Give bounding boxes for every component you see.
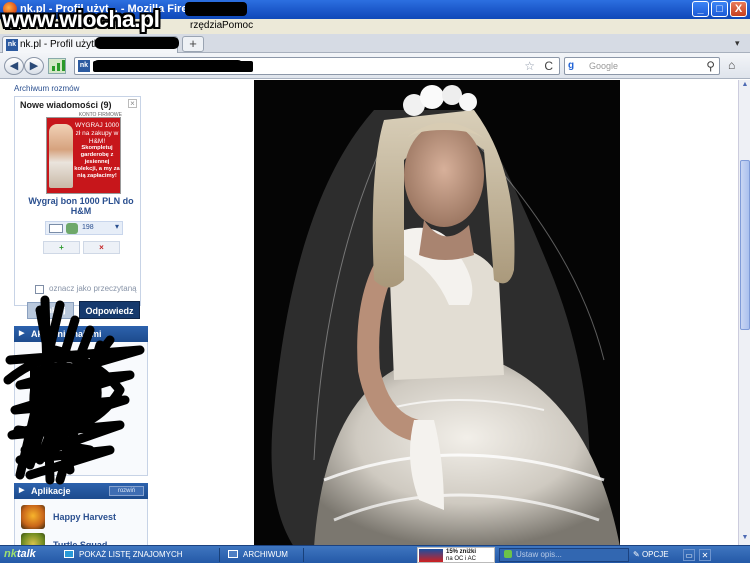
nktalk-logo-nk: nk <box>4 548 17 560</box>
menu-help[interactable]: Pomoc <box>222 20 253 31</box>
archive-link[interactable]: Archiwum rozmów <box>14 84 79 93</box>
nk-favicon-icon: nk <box>6 39 18 51</box>
search-icon[interactable]: ⚲ <box>706 59 715 73</box>
messages-header: Nowe wiadomości (9) <box>20 100 112 110</box>
archive-label: ARCHIWUM <box>243 550 288 559</box>
ad-discount-text: 15% zniżki <box>446 549 477 555</box>
search-bar[interactable]: g Google ⚲ <box>564 57 720 75</box>
message-icons-row: 198 ▾ <box>45 221 123 235</box>
reload-icon[interactable]: C <box>544 59 553 73</box>
app-name: Happy Harvest <box>53 512 117 522</box>
show-friends-label: POKAŻ LISTĘ ZNAJOMYCH <box>79 550 183 559</box>
home-icon[interactable]: ⌂ <box>728 58 735 72</box>
minimize-chat-icon[interactable]: ▭ <box>683 549 695 561</box>
remove-button[interactable]: × <box>83 241 120 254</box>
wrench-icon: ✎ <box>633 550 642 559</box>
archive-button[interactable]: ARCHIWUM <box>224 548 304 562</box>
close-chat-icon[interactable]: ✕ <box>699 549 711 561</box>
ad-model-image <box>49 124 73 188</box>
redacted-address <box>93 60 243 72</box>
hm-advertisement[interactable]: KONTO FIRMOWE WYGRAJ 1000 zł na zakupy w… <box>46 112 122 194</box>
site-favicon-icon: nk <box>78 60 90 72</box>
wiocha-watermark: www.wiocha.pl <box>2 6 160 32</box>
people-icon[interactable] <box>66 223 78 234</box>
tab-list-button[interactable]: ▾ <box>735 38 740 49</box>
nktalk-logo[interactable]: nktalk <box>4 548 36 560</box>
redacted-title <box>185 2 247 16</box>
allianz-ad[interactable]: 15% zniżki na OC i AC <box>417 547 495 563</box>
new-tab-button[interactable]: + <box>182 36 204 52</box>
signal-bars-icon[interactable] <box>48 58 66 74</box>
options-label: OPCJE <box>641 550 669 559</box>
search-placeholder: Google <box>589 61 619 71</box>
options-button[interactable]: ✎ OPCJE <box>633 548 678 562</box>
profile-photo[interactable] <box>254 80 620 547</box>
menu-tools[interactable]: rzędzia <box>190 20 222 31</box>
envelope-icon[interactable] <box>49 224 63 233</box>
close-window-button[interactable]: X <box>730 1 747 17</box>
happy-harvest-icon <box>21 505 45 529</box>
bookmark-star-icon[interactable]: ☆ <box>524 59 535 73</box>
forward-button[interactable]: ▶ <box>24 57 44 75</box>
nktalk-logo-talk: talk <box>16 548 36 560</box>
online-status-icon <box>504 550 512 558</box>
people-count: 198 <box>82 224 94 231</box>
google-icon[interactable]: g <box>568 60 580 72</box>
ad-insurance-text: na OC i AC <box>446 556 477 562</box>
status-placeholder: Ustaw opis... <box>516 550 562 559</box>
ad-body: Skompletuj garderobę z jesiennej kolekcj… <box>74 145 120 179</box>
back-button[interactable]: ◀ <box>4 57 24 75</box>
maximize-button[interactable]: □ <box>711 1 728 17</box>
scroll-down-icon[interactable]: ▼ <box>740 534 750 545</box>
scribble-redaction <box>3 295 145 485</box>
vertical-scrollbar[interactable]: ▲ ▼ <box>738 80 750 547</box>
friends-list-icon <box>64 550 74 558</box>
app-item[interactable]: Happy Harvest <box>21 505 143 529</box>
add-friend-button[interactable]: + <box>43 241 80 254</box>
messages-box: Nowe wiadomości (9) × KONTO FIRMOWE WYGR… <box>14 96 141 319</box>
ad-top-label: KONTO FIRMOWE <box>78 112 122 118</box>
status-input[interactable]: Ustaw opis... <box>499 548 629 562</box>
ad-headline: WYGRAJ 1000 zł na zakupy w H&M! <box>74 122 120 145</box>
allianz-logo <box>419 549 443 562</box>
bride-photo-image <box>254 80 620 547</box>
show-friends-button[interactable]: POKAŻ LISTĘ ZNAJOMYCH <box>60 548 220 562</box>
close-messages-icon[interactable]: × <box>128 99 137 108</box>
ad-caption-link[interactable]: Wygraj bon 1000 PLN do H&M <box>25 196 137 216</box>
nktalk-bar: nktalk POKAŻ LISTĘ ZNAJOMYCH ARCHIWUM 15… <box>0 545 750 563</box>
minimize-button[interactable]: _ <box>692 1 709 17</box>
scroll-up-icon[interactable]: ▲ <box>740 81 750 92</box>
archive-icon <box>228 550 238 558</box>
scrollbar-thumb[interactable] <box>740 160 750 330</box>
chevron-down-icon[interactable]: ▾ <box>115 222 119 231</box>
redacted-tab <box>95 37 179 49</box>
